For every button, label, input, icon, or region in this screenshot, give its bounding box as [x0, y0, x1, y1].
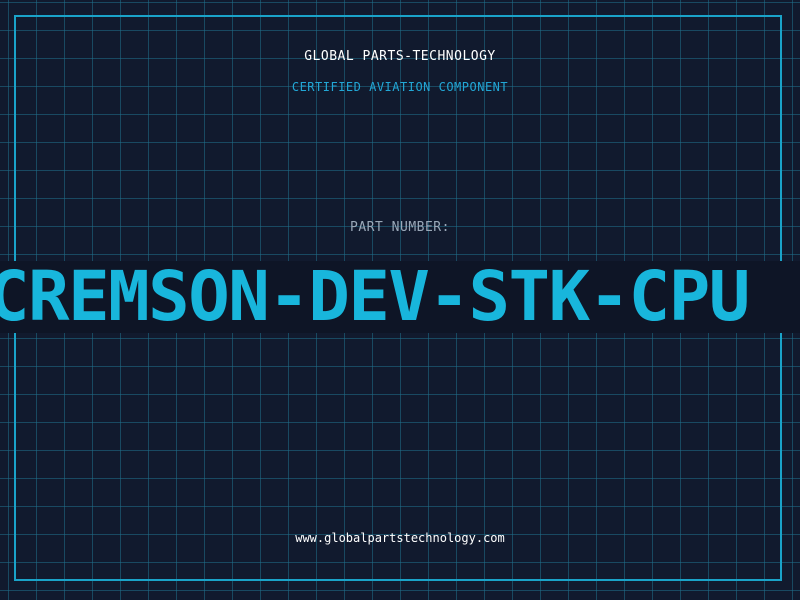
part-number-value: CREMSON-DEV-STK-CPU [0, 257, 750, 337]
website-url: www.globalpartstechnology.com [295, 531, 505, 545]
company-name: GLOBAL PARTS-TECHNOLOGY [304, 49, 496, 64]
part-number-label: PART NUMBER: [350, 220, 450, 235]
label-canvas: GLOBAL PARTS-TECHNOLOGY CERTIFIED AVIATI… [0, 0, 800, 600]
certification-subtitle: CERTIFIED AVIATION COMPONENT [291, 80, 509, 94]
